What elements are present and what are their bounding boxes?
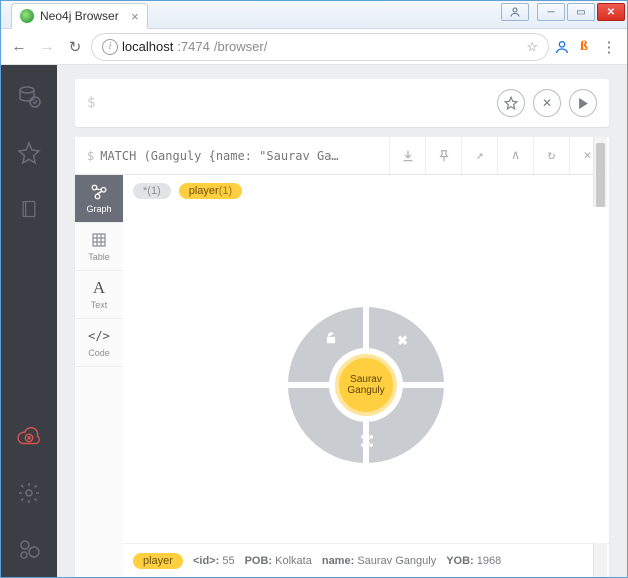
favorites-star-icon[interactable] xyxy=(15,139,43,167)
cloud-alert-icon[interactable] xyxy=(15,423,43,451)
download-icon[interactable] xyxy=(389,137,425,175)
graph-node[interactable]: Saurav Ganguly xyxy=(335,354,397,416)
result-query-text: MATCH (Ganguly {name: "Saurav Ganguly",… xyxy=(100,149,340,163)
tab-title: Neo4j Browser xyxy=(40,9,119,23)
footer-label-badge[interactable]: player xyxy=(133,553,183,569)
url-host: localhost xyxy=(122,39,173,54)
documents-icon[interactable] xyxy=(15,195,43,223)
user-icon[interactable] xyxy=(501,3,529,21)
expand-node-icon[interactable] xyxy=(360,434,374,451)
view-text[interactable]: A Text xyxy=(75,271,123,319)
browser-tab[interactable]: Neo4j Browser × xyxy=(11,3,148,29)
browser-menu-button[interactable]: ⋮ xyxy=(597,35,621,59)
expand-icon[interactable]: ↗ xyxy=(461,137,497,175)
graph-canvas[interactable]: ✖ Saurav Ganguly xyxy=(123,207,609,543)
rerun-icon[interactable]: ↻ xyxy=(533,137,569,175)
url-path: /browser/ xyxy=(214,39,267,54)
settings-gear-icon[interactable] xyxy=(15,479,43,507)
about-neo4j-icon[interactable] xyxy=(15,535,43,563)
bookmark-star-icon[interactable]: ☆ xyxy=(526,39,538,55)
legend-all[interactable]: *(1) xyxy=(133,183,171,199)
database-icon[interactable] xyxy=(15,83,43,111)
view-graph[interactable]: Graph xyxy=(75,175,123,223)
nav-forward-button[interactable]: → xyxy=(35,35,59,59)
node-context-menu: ✖ Saurav Ganguly xyxy=(288,307,444,463)
left-sidebar xyxy=(1,65,57,577)
result-prompt: $ xyxy=(87,149,94,163)
url-input[interactable]: i localhost :7474/browser/ ☆ xyxy=(91,33,549,61)
window-titlebar: Neo4j Browser × ─ ▭ ✕ xyxy=(1,1,627,29)
unlock-icon[interactable] xyxy=(324,331,338,348)
neo4j-favicon xyxy=(20,9,34,23)
node-details-footer: player <id>: 55 POB: Kolkata name: Saura… xyxy=(123,543,609,577)
editor-favorite-button[interactable] xyxy=(497,89,525,117)
url-port: :7474 xyxy=(177,39,210,54)
editor-prompt: $ xyxy=(87,95,95,111)
cypher-editor[interactable]: $ ✕ xyxy=(75,79,609,127)
pin-icon[interactable] xyxy=(425,137,461,175)
view-code[interactable]: </> Code xyxy=(75,319,123,367)
collapse-up-icon[interactable]: ∧ xyxy=(497,137,533,175)
editor-run-button[interactable] xyxy=(569,89,597,117)
address-bar: ← → ↻ i localhost :7474/browser/ ☆ ß ⋮ xyxy=(1,29,627,65)
nav-back-button[interactable]: ← xyxy=(7,35,31,59)
close-window-button[interactable]: ✕ xyxy=(597,3,625,21)
legend-player[interactable]: player(1) xyxy=(179,183,242,199)
site-info-icon[interactable]: i xyxy=(102,39,118,55)
editor-clear-button[interactable]: ✕ xyxy=(533,89,561,117)
view-switcher: Graph Table A Text </> Code xyxy=(75,175,123,577)
result-frame: $ MATCH (Ganguly {name: "Saurav Ganguly"… xyxy=(75,137,609,577)
minimize-button[interactable]: ─ xyxy=(537,3,565,21)
nav-reload-button[interactable]: ↻ xyxy=(63,35,87,59)
extension-icon-1[interactable] xyxy=(553,38,571,56)
extension-icon-2[interactable]: ß xyxy=(575,38,593,56)
dismiss-icon[interactable]: ✖ xyxy=(397,333,408,349)
view-table[interactable]: Table xyxy=(75,223,123,271)
close-tab-icon[interactable]: × xyxy=(131,9,139,24)
maximize-button[interactable]: ▭ xyxy=(567,3,595,21)
